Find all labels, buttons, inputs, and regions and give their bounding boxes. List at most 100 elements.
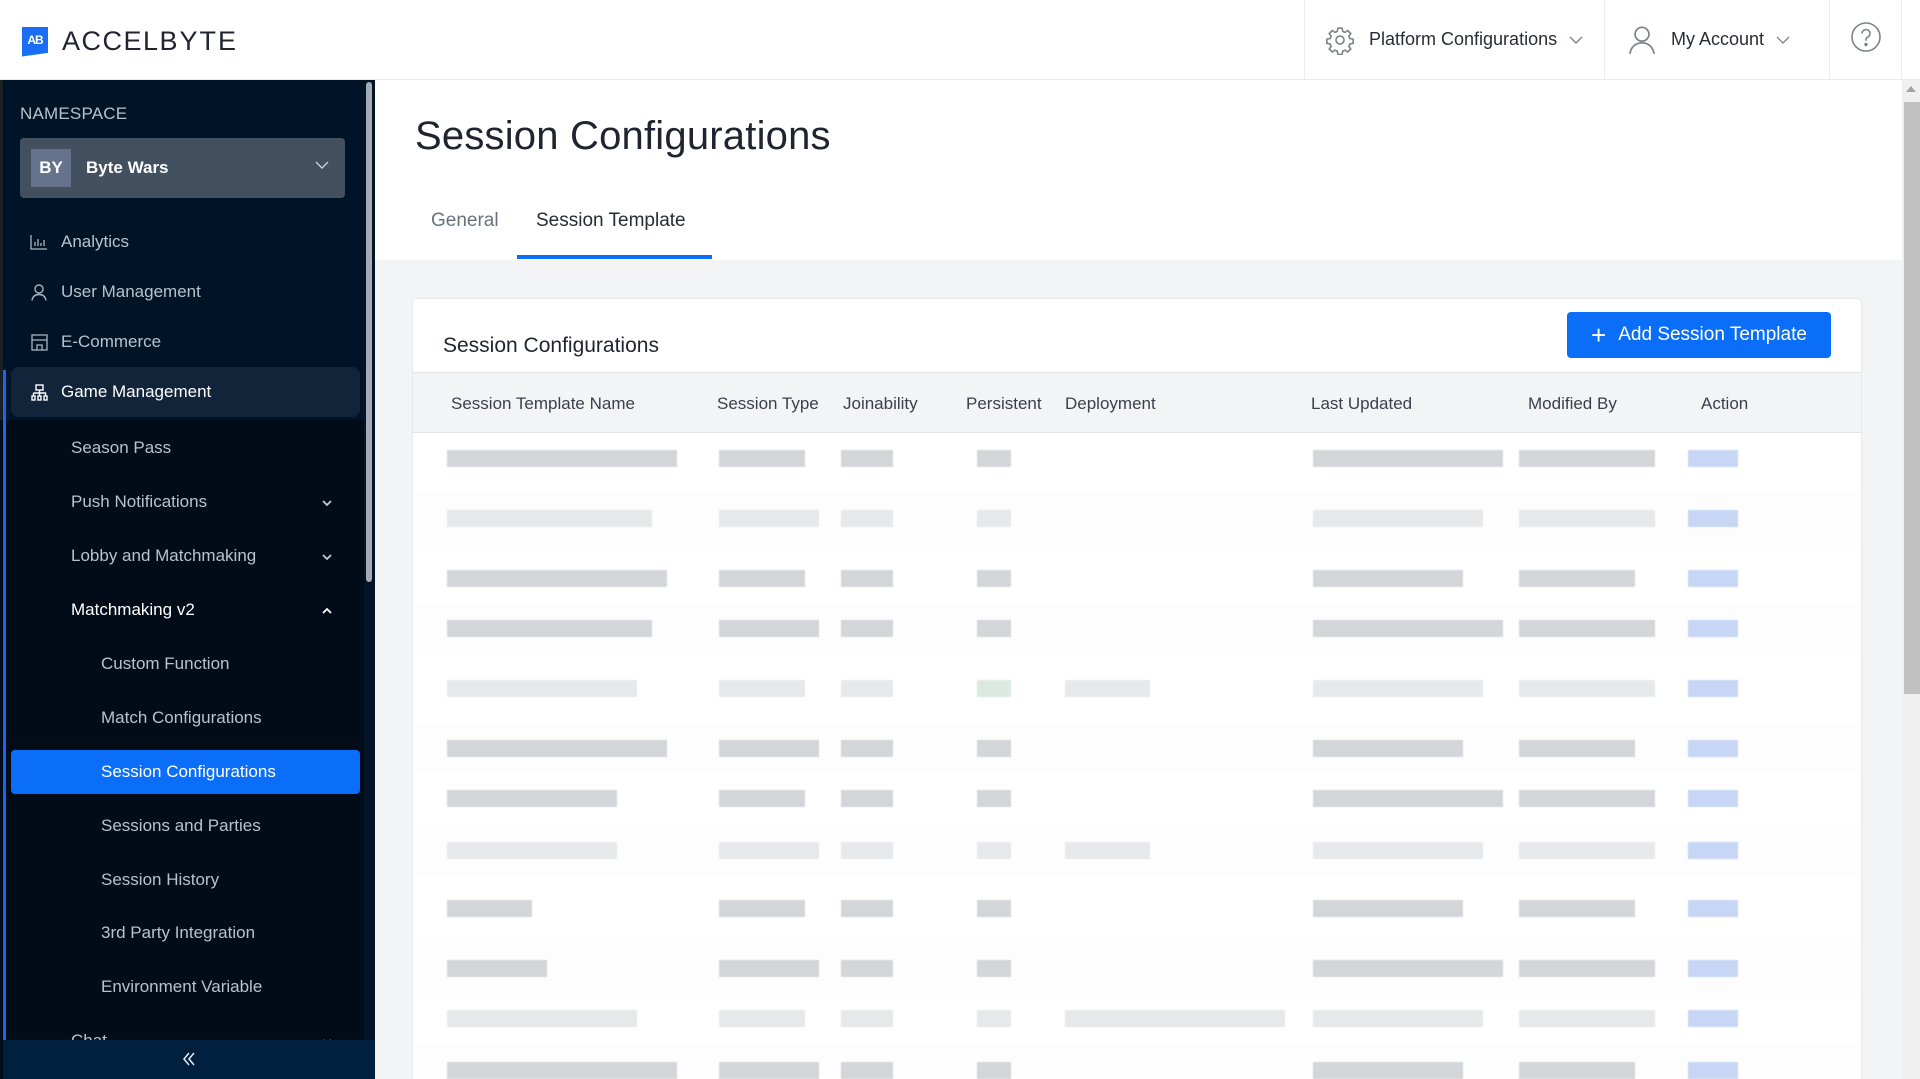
sidebar-item-label: Environment Variable — [101, 977, 263, 996]
redacted-persistent-cell — [977, 842, 1011, 859]
scroll-up-arrow-icon[interactable] — [1906, 86, 1916, 92]
sidebar: NAMESPACE BY Byte Wars Analytics User Ma… — [0, 80, 375, 1079]
help-circle-icon — [1850, 21, 1882, 58]
my-account-menu[interactable]: My Account — [1604, 0, 1829, 79]
redacted-joinability-cell — [841, 510, 893, 527]
redacted-type-cell — [719, 620, 819, 637]
redacted-type-cell — [719, 1062, 819, 1079]
column-header-last-updated[interactable]: Last Updated — [1311, 394, 1412, 414]
table-row[interactable] — [413, 883, 1861, 935]
redacted-name-cell — [447, 570, 667, 587]
redacted-persistent-cell — [977, 790, 1011, 807]
sidebar-item-3rd-party-integration[interactable]: 3rd Party Integration — [0, 911, 362, 955]
table-row[interactable] — [413, 663, 1861, 715]
collapse-sidebar-button[interactable] — [3, 1040, 375, 1079]
redacted-name-cell — [447, 740, 667, 757]
store-icon — [30, 333, 48, 351]
column-header-modified-by[interactable]: Modified By — [1528, 394, 1617, 414]
namespace-label: NAMESPACE — [20, 104, 128, 123]
session-configurations-card: Session Configurations + Add Session Tem… — [412, 298, 1862, 1079]
action-icon[interactable] — [1688, 450, 1738, 467]
namespace-selector[interactable]: BY Byte Wars — [20, 138, 345, 198]
table-row[interactable] — [413, 773, 1861, 825]
logo-text-accel: ACCEL — [62, 26, 160, 56]
action-icon[interactable] — [1688, 620, 1738, 637]
bar-chart-icon — [30, 233, 48, 251]
action-icon[interactable] — [1688, 740, 1738, 757]
redacted-type-cell — [719, 450, 805, 467]
redacted-modified-by-cell — [1519, 900, 1635, 917]
sidebar-item-season-pass[interactable]: Season Pass — [0, 426, 362, 470]
main-scrollbar-thumb[interactable] — [1904, 102, 1920, 694]
column-header-deployment[interactable]: Deployment — [1065, 394, 1156, 414]
sidebar-item-user-management[interactable]: User Management — [0, 268, 362, 316]
sidebar-item-match-configurations[interactable]: Match Configurations — [0, 696, 362, 740]
sidebar-item-sessions-and-parties[interactable]: Sessions and Parties — [0, 804, 362, 848]
action-icon[interactable] — [1688, 842, 1738, 859]
sidebar-item-matchmaking-v2[interactable]: Matchmaking v2 — [0, 588, 362, 632]
sidebar-item-custom-function[interactable]: Custom Function — [0, 642, 362, 686]
logo-text-byte: BYTE — [159, 26, 239, 56]
table-row[interactable] — [413, 553, 1861, 605]
redacted-name-cell — [447, 450, 677, 467]
action-icon[interactable] — [1688, 680, 1738, 697]
sidebar-item-label: Push Notifications — [71, 492, 208, 511]
sidebar-item-e-commerce[interactable]: E-Commerce — [0, 318, 362, 366]
redacted-deployment-cell — [1065, 680, 1150, 697]
platform-configurations-menu[interactable]: Platform Configurations — [1304, 0, 1604, 79]
tab-general[interactable]: General — [431, 210, 499, 232]
sidebar-item-analytics[interactable]: Analytics — [0, 218, 362, 266]
tab-session-template[interactable]: Session Template — [536, 210, 686, 232]
sidebar-item-session-history[interactable]: Session History — [0, 858, 362, 902]
action-icon[interactable] — [1688, 570, 1738, 587]
redacted-last-updated-cell — [1313, 960, 1503, 977]
table-row[interactable] — [413, 943, 1861, 995]
table-row[interactable] — [413, 723, 1861, 775]
table-row[interactable] — [413, 1045, 1861, 1079]
main-content: Session Configurations General Session T… — [375, 80, 1902, 1079]
table-row[interactable] — [413, 993, 1861, 1045]
accelbyte-logo[interactable]: AB ACCELBYTE — [22, 26, 238, 57]
namespace-name: Byte Wars — [86, 158, 169, 177]
sidebar-item-game-management[interactable]: Game Management — [11, 367, 360, 417]
redacted-modified-by-cell — [1519, 620, 1655, 637]
table-row[interactable] — [413, 825, 1861, 877]
redacted-joinability-cell — [841, 680, 893, 697]
redacted-name-cell — [447, 620, 652, 637]
table-row[interactable] — [413, 433, 1861, 485]
sidebar-item-lobby-and-matchmaking[interactable]: Lobby and Matchmaking — [0, 534, 362, 578]
chevron-down-icon — [1776, 32, 1790, 48]
column-header-session-type[interactable]: Session Type — [717, 394, 819, 414]
redacted-name-cell — [447, 1010, 637, 1027]
column-header-persistent[interactable]: Persistent — [966, 394, 1042, 414]
double-chevron-left-icon — [181, 1047, 197, 1073]
sidebar-item-session-configurations[interactable]: Session Configurations — [11, 750, 360, 794]
column-header-joinability[interactable]: Joinability — [843, 394, 918, 414]
action-icon[interactable] — [1688, 900, 1738, 917]
table-row[interactable] — [413, 493, 1861, 545]
redacted-last-updated-cell — [1313, 570, 1463, 587]
main-scrollbar[interactable] — [1902, 80, 1920, 1079]
redacted-deployment-cell — [1065, 1010, 1285, 1027]
redacted-name-cell — [447, 900, 532, 917]
action-icon[interactable] — [1688, 960, 1738, 977]
redacted-last-updated-cell — [1313, 1010, 1483, 1027]
action-icon[interactable] — [1688, 510, 1738, 527]
page-title: Session Configurations — [415, 114, 831, 158]
help-button[interactable] — [1829, 0, 1902, 79]
app-root: AB ACCELBYTE Platform Configurations My … — [0, 0, 1920, 1079]
sidebar-item-environment-variable[interactable]: Environment Variable — [0, 965, 362, 1009]
redacted-persistent-cell — [977, 680, 1011, 697]
column-header-session-template-name[interactable]: Session Template Name — [451, 394, 635, 414]
redacted-persistent-cell — [977, 570, 1011, 587]
action-icon[interactable] — [1688, 1062, 1738, 1079]
add-session-template-button[interactable]: + Add Session Template — [1567, 312, 1831, 358]
sidebar-scrollbar[interactable] — [366, 82, 372, 582]
add-session-template-label: Add Session Template — [1618, 324, 1807, 345]
action-icon[interactable] — [1688, 790, 1738, 807]
sidebar-item-label: Custom Function — [101, 654, 230, 673]
sidebar-item-push-notifications[interactable]: Push Notifications — [0, 480, 362, 524]
action-icon[interactable] — [1688, 1010, 1738, 1027]
table-row[interactable] — [413, 603, 1861, 655]
redacted-joinability-cell — [841, 570, 893, 587]
